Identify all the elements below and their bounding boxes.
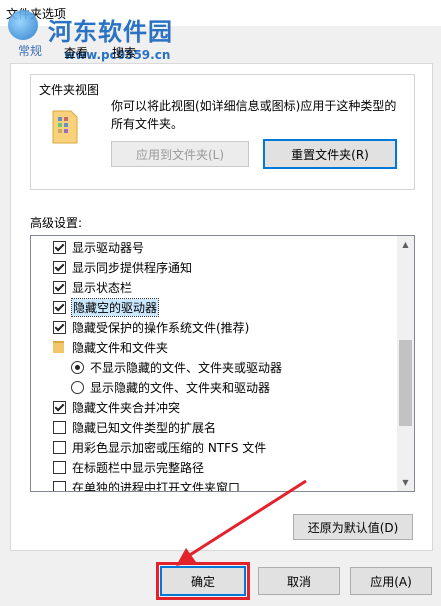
- title-bar: 文件夹选项: [0, 0, 441, 26]
- folder-views-title: 文件夹视图: [39, 83, 100, 97]
- item-label: 隐藏文件夹合并冲突: [72, 400, 181, 415]
- checkbox[interactable]: [53, 240, 66, 254]
- item-label: 在标题栏中显示完整路径: [72, 460, 205, 475]
- scroll-down-icon[interactable]: ▼: [397, 474, 414, 491]
- apply-to-folders-button[interactable]: 应用到文件夹(L): [111, 141, 249, 167]
- list-item[interactable]: 不显示隐藏的文件、文件夹或驱动器: [71, 357, 414, 377]
- list-item-selected[interactable]: 隐藏空的驱动器: [53, 297, 414, 317]
- scroll-thumb[interactable]: [399, 340, 412, 426]
- restore-defaults-button[interactable]: 还原为默认值(D): [293, 514, 413, 540]
- checkbox[interactable]: [53, 300, 66, 314]
- tab-view[interactable]: 查看: [64, 44, 88, 61]
- item-label: 隐藏文件和文件夹: [72, 340, 169, 355]
- folder-icon: [53, 341, 64, 353]
- item-label: 显示隐藏的文件、文件夹和驱动器: [90, 380, 271, 395]
- tab-search[interactable]: 搜索: [112, 44, 136, 61]
- item-label: 隐藏受保护的操作系统文件(推荐): [72, 320, 250, 335]
- list-item[interactable]: 用彩色显示加密或压缩的 NTFS 文件: [53, 437, 414, 457]
- checkbox[interactable]: [53, 260, 66, 274]
- list-item[interactable]: 隐藏文件夹合并冲突: [53, 397, 414, 417]
- cancel-button[interactable]: 取消: [258, 567, 340, 595]
- tab-bar: 常规 查看 搜索: [0, 30, 441, 64]
- checkbox[interactable]: [53, 480, 66, 491]
- item-label: 隐藏已知文件类型的扩展名: [72, 420, 217, 435]
- reset-folders-button[interactable]: 重置文件夹(R): [263, 139, 397, 169]
- list-item[interactable]: 显示同步提供程序通知: [53, 257, 414, 277]
- apply-button[interactable]: 应用(A): [350, 567, 432, 595]
- checkbox[interactable]: [53, 280, 66, 294]
- list-item[interactable]: 隐藏已知文件类型的扩展名: [53, 417, 414, 437]
- advanced-settings-list[interactable]: 显示驱动器号 显示同步提供程序通知 显示状态栏 隐藏空的驱动器 隐藏受保护的操作…: [30, 235, 415, 492]
- checkbox[interactable]: [53, 420, 66, 434]
- folder-view-icon: [52, 110, 78, 144]
- ok-highlight-box: [156, 562, 250, 600]
- window-title: 文件夹选项: [6, 7, 67, 21]
- checkbox[interactable]: [53, 320, 66, 334]
- advanced-settings-label: 高级设置:: [30, 216, 83, 230]
- item-label: 用彩色显示加密或压缩的 NTFS 文件: [72, 440, 267, 455]
- item-label: 不显示隐藏的文件、文件夹或驱动器: [90, 360, 283, 375]
- list-item[interactable]: 显示驱动器号: [53, 237, 414, 257]
- radio-button[interactable]: [71, 360, 84, 374]
- checkbox[interactable]: [53, 460, 66, 474]
- scroll-up-icon[interactable]: ▲: [397, 236, 414, 253]
- item-label: 隐藏空的驱动器: [70, 297, 160, 317]
- folder-views-group: 文件夹视图 你可以将此视图(如详细信息或图标)应用于这种类型的所有文件夹。 应用…: [30, 74, 415, 190]
- item-label: 显示驱动器号: [72, 240, 145, 255]
- list-group-header: 隐藏文件和文件夹: [53, 337, 414, 357]
- checkbox[interactable]: [53, 400, 66, 414]
- folder-views-description: 你可以将此视图(如详细信息或图标)应用于这种类型的所有文件夹。: [111, 99, 397, 131]
- vertical-scrollbar[interactable]: ▲ ▼: [397, 236, 414, 491]
- list-item[interactable]: 在单独的进程中打开文件夹窗口: [53, 477, 414, 492]
- list-item[interactable]: 显示隐藏的文件、文件夹和驱动器: [71, 377, 414, 397]
- item-label: 显示状态栏: [72, 280, 133, 295]
- checkbox[interactable]: [53, 440, 66, 454]
- list-item[interactable]: 在标题栏中显示完整路径: [53, 457, 414, 477]
- list-item[interactable]: 隐藏受保护的操作系统文件(推荐): [53, 317, 414, 337]
- item-label: 显示同步提供程序通知: [72, 260, 193, 275]
- tab-general[interactable]: 常规: [18, 42, 42, 59]
- radio-button[interactable]: [71, 380, 84, 394]
- list-item[interactable]: 显示状态栏: [53, 277, 414, 297]
- item-label: 在单独的进程中打开文件夹窗口: [72, 480, 241, 492]
